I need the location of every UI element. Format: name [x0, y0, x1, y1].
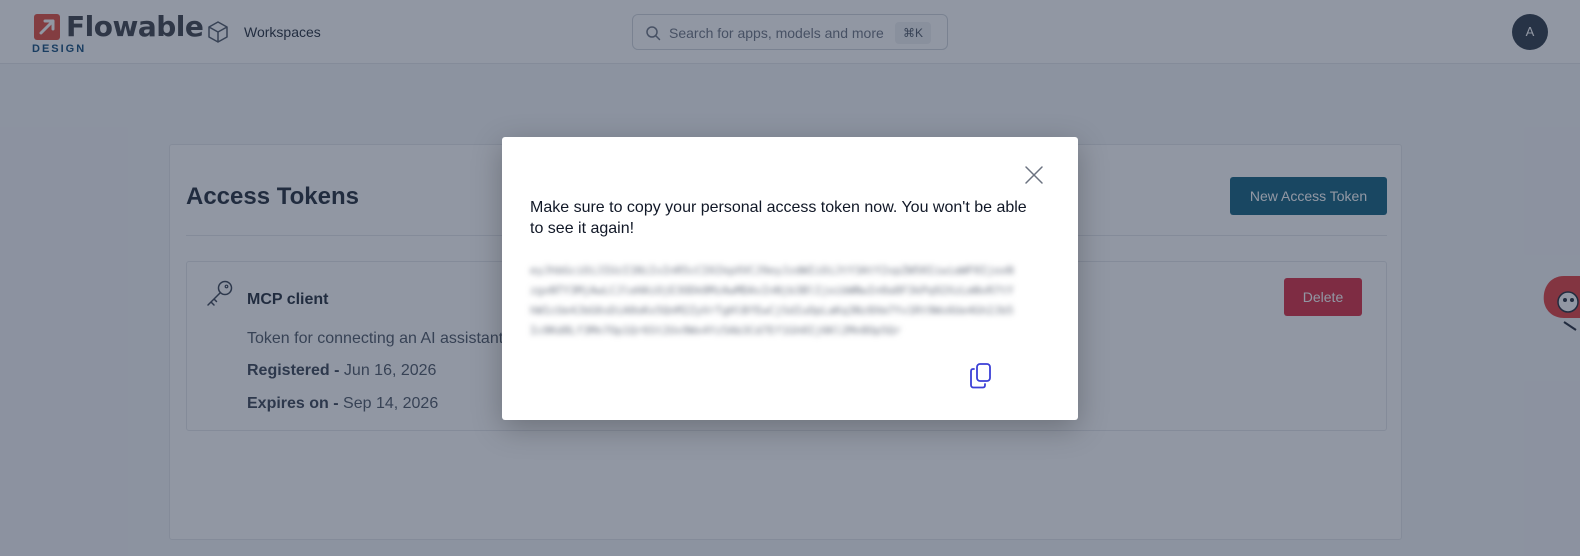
copy-token-warning: Make sure to copy your personal access t… [530, 199, 1027, 237]
close-icon[interactable] [1022, 163, 1046, 187]
token-created-dialog: Make sure to copy your personal access t… [502, 137, 1078, 420]
copy-icon[interactable] [968, 362, 994, 390]
access-token-value[interactable]: eyJhbGciOiJIUzI1NiIsInR5cCI6IkpXVCJ9eyJz… [530, 261, 1014, 341]
